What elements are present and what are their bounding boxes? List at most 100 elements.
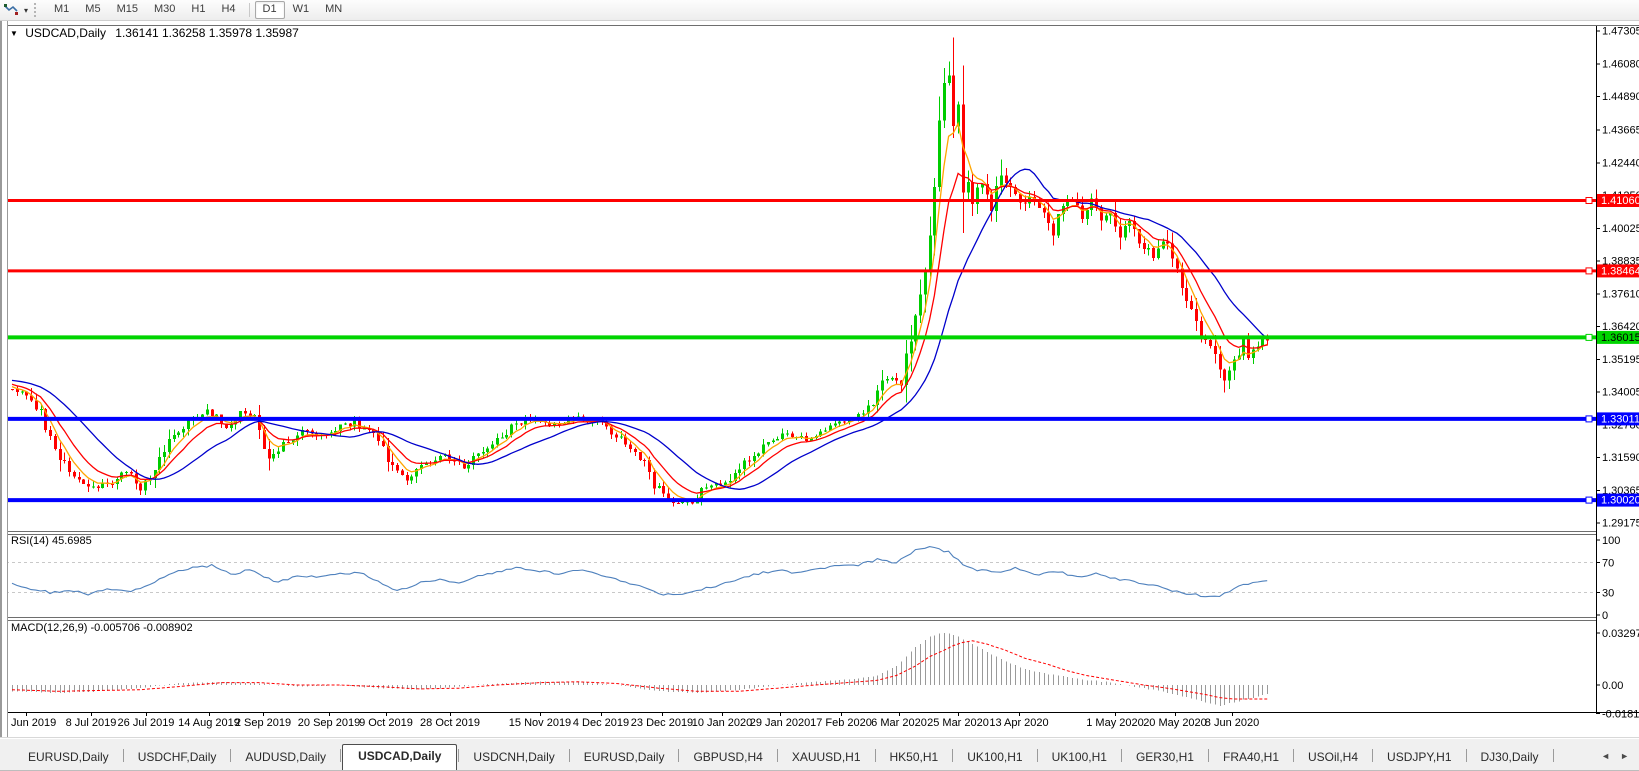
chart-tab-fra40-h1[interactable]: FRA40,H1	[1210, 746, 1292, 769]
tab-separator	[1552, 749, 1554, 762]
chart-cursor-icon-glyph	[4, 4, 18, 15]
svg-text:1.44890: 1.44890	[1602, 91, 1639, 103]
chart-title-symbol: USDCAD,Daily	[25, 26, 106, 40]
svg-text:1.36015: 1.36015	[1601, 332, 1639, 344]
chart-tab-ger30-h1[interactable]: GER30,H1	[1123, 746, 1207, 769]
svg-text:19 Jun 2019: 19 Jun 2019	[0, 717, 56, 729]
svg-text:0.00: 0.00	[1602, 680, 1623, 692]
toolbar-grip-handle	[34, 3, 39, 17]
tab-separator	[458, 749, 460, 762]
chart-tab-xauusd-h1[interactable]: XAUUSD,H1	[779, 746, 874, 769]
tab-separator	[1293, 749, 1295, 762]
main-chart-canvas[interactable]: 1.473051.460801.448901.436651.424401.412…	[0, 0, 1639, 769]
tab-scroll-left-icon[interactable]: ◄	[1601, 751, 1610, 761]
svg-text:0: 0	[1602, 610, 1608, 622]
svg-text:20 May 2020: 20 May 2020	[1143, 717, 1207, 729]
timeframe-button-group: M1 M5 M15 M30 H1 H4 D1 W1 MN	[46, 1, 350, 19]
macd-indicator-label: MACD(12,26,9) -0.005706 -0.008902	[11, 622, 193, 634]
svg-text:6 Mar 2020: 6 Mar 2020	[871, 717, 927, 729]
timeframe-button-h4[interactable]: H4	[213, 1, 243, 19]
svg-text:8 Jul 2019: 8 Jul 2019	[66, 717, 117, 729]
tab-separator	[1036, 749, 1038, 762]
timeframe-button-d1[interactable]: D1	[254, 1, 285, 19]
svg-text:17 Feb 2020: 17 Feb 2020	[810, 717, 872, 729]
chart-tab-eurusd-daily[interactable]: EURUSD,Daily	[571, 746, 678, 769]
svg-text:1.37610: 1.37610	[1602, 289, 1639, 301]
chart-tab-usoil-h4[interactable]: USOil,H4	[1295, 746, 1371, 769]
svg-text:1.47305: 1.47305	[1602, 26, 1639, 38]
chart-tab-bar: EURUSD,Daily USDCHF,Daily AUDUSD,Daily USDC…	[0, 737, 1639, 771]
chart-tab-audusd-daily[interactable]: AUDUSD,Daily	[232, 746, 339, 769]
chart-tabs: EURUSD,Daily USDCHF,Daily AUDUSD,Daily USDC…	[15, 744, 1555, 770]
svg-text:26 Jul 2019: 26 Jul 2019	[118, 717, 175, 729]
chart-tab-uk100-h1[interactable]: UK100,H1	[1039, 746, 1120, 769]
chart-cursor-icon[interactable]	[3, 3, 19, 17]
svg-text:30: 30	[1602, 588, 1614, 600]
moving-average-line-5	[11, 121, 1268, 502]
timeframe-button-m15[interactable]: M15	[109, 1, 146, 19]
tab-separator	[952, 749, 954, 762]
chart-tab-eurusd-daily[interactable]: EURUSD,Daily	[15, 746, 122, 769]
svg-text:70: 70	[1602, 558, 1614, 570]
tab-scroll-right-icon[interactable]: ►	[1620, 751, 1629, 761]
svg-text:1.30020: 1.30020	[1601, 495, 1639, 507]
chart-tab-uk100-h1[interactable]: UK100,H1	[954, 746, 1035, 769]
chart-tab-usdjpy-h1[interactable]: USDJPY,H1	[1374, 746, 1464, 769]
horizontal-level-lines	[0, 197, 1596, 504]
svg-text:1.38464: 1.38464	[1601, 265, 1639, 277]
timeframe-button-h1[interactable]: H1	[183, 1, 213, 19]
mt4-terminal: { "toolbar": { "caret_icon": "▾", "timef…	[0, 0, 1639, 771]
svg-text:1 May 2020: 1 May 2020	[1086, 717, 1143, 729]
svg-text:20 Sep 2019: 20 Sep 2019	[298, 717, 360, 729]
tab-scroll-buttons: ◄ ►	[1591, 751, 1639, 770]
timeframe-button-w1[interactable]: W1	[285, 1, 318, 19]
tab-separator	[122, 749, 124, 762]
svg-text:-0.01815: -0.01815	[1602, 709, 1639, 721]
svg-text:9 Oct 2019: 9 Oct 2019	[359, 717, 413, 729]
svg-text:15 Nov 2019: 15 Nov 2019	[509, 717, 571, 729]
timeframe-button-mn[interactable]: MN	[317, 1, 350, 19]
svg-text:1.42440: 1.42440	[1602, 158, 1639, 170]
timeframe-button-m1[interactable]: M1	[46, 1, 77, 19]
svg-text:13 Apr 2020: 13 Apr 2020	[989, 717, 1048, 729]
date-axis[interactable]: 19 Jun 2019 8 Jul 2019 26 Jul 2019 14 Aug 2…	[0, 712, 1259, 729]
tab-separator	[1465, 749, 1467, 762]
chart-tab-usdchf-daily[interactable]: USDCHF,Daily	[125, 746, 230, 769]
toolbar-dropdown-caret-icon[interactable]: ▾	[24, 6, 28, 15]
svg-text:1.31590: 1.31590	[1602, 452, 1639, 464]
svg-text:1.46080: 1.46080	[1602, 59, 1639, 71]
macd-panel[interactable]: 0.032972 0.00 -0.01815	[11, 628, 1639, 721]
moving-average-line-10	[11, 172, 1268, 494]
tab-separator	[1372, 749, 1374, 762]
chart-title-quote: 1.36141 1.36258 1.35978 1.35987	[115, 26, 299, 40]
svg-text:1.43665: 1.43665	[1602, 124, 1639, 136]
svg-text:14 Aug 2019: 14 Aug 2019	[178, 717, 240, 729]
svg-text:1.34005: 1.34005	[1602, 386, 1639, 398]
svg-text:1.33011: 1.33011	[1601, 413, 1639, 425]
chart-window-left-frame	[0, 21, 8, 737]
chart-title: ▼ USDCAD,Daily 1.36141 1.36258 1.35978 1…	[10, 26, 299, 40]
macd-signal-line	[11, 640, 1268, 700]
rsi-line	[11, 546, 1268, 598]
chart-tab-hk50-h1[interactable]: HK50,H1	[877, 746, 952, 769]
rsi-panel[interactable]: 100 70 30 0	[0, 535, 1620, 622]
svg-text:1.41060: 1.41060	[1601, 195, 1639, 207]
chart-tab-usdcad-daily[interactable]: USDCAD,Daily	[342, 744, 458, 770]
tab-separator	[678, 749, 680, 762]
chart-frame-lines	[0, 25, 1639, 713]
chart-tab-usdcnh-daily[interactable]: USDCNH,Daily	[460, 746, 567, 769]
svg-text:100: 100	[1602, 535, 1620, 547]
chart-tab-gbpusd-h4[interactable]: GBPUSD,H4	[680, 746, 775, 769]
price-axis[interactable]: 1.473051.460801.448901.436651.424401.412…	[1596, 26, 1639, 530]
tab-separator	[874, 749, 876, 762]
tab-separator	[340, 749, 342, 762]
tab-separator	[230, 749, 232, 762]
chart-tab-dj30-daily[interactable]: DJ30,Daily	[1468, 746, 1552, 769]
timeframe-button-m5[interactable]: M5	[77, 1, 108, 19]
svg-text:8 Jun 2020: 8 Jun 2020	[1205, 717, 1259, 729]
macd-histogram	[12, 633, 1268, 706]
svg-text:2 Sep 2019: 2 Sep 2019	[235, 717, 291, 729]
timeframe-button-m30[interactable]: M30	[146, 1, 183, 19]
quote-collapse-icon[interactable]: ▼	[10, 29, 18, 38]
svg-text:1.29175: 1.29175	[1602, 518, 1639, 530]
